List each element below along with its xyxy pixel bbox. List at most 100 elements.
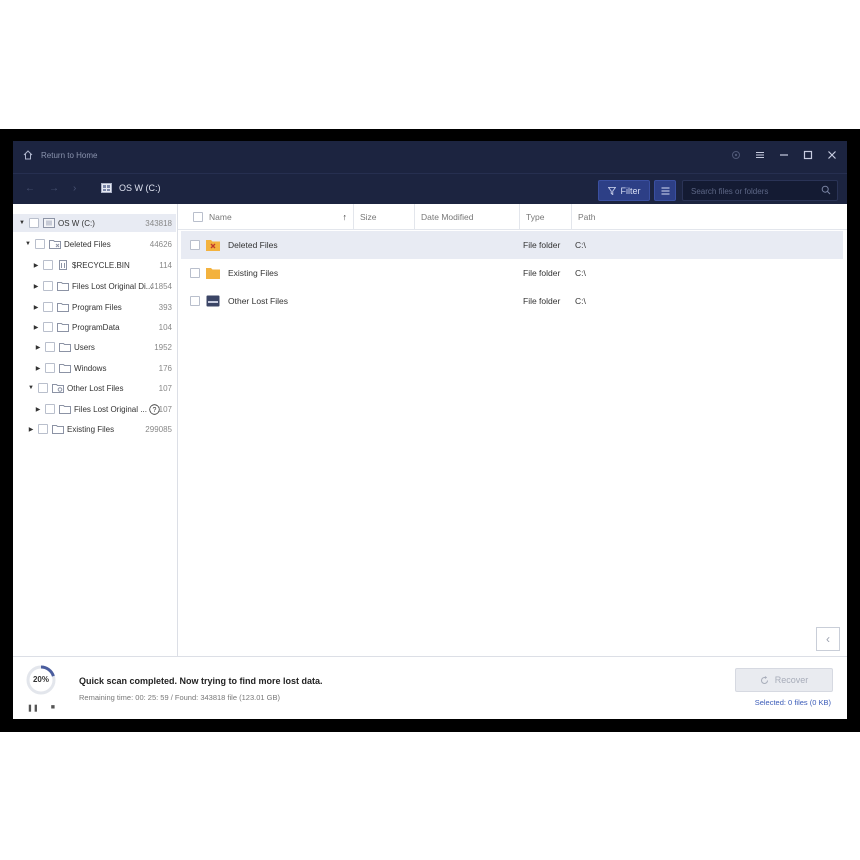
tree-item-files-lost-original[interactable]: ▶ Files Lost Original ... ? 107 — [13, 400, 176, 418]
tree-item-count: 41854 — [149, 281, 172, 291]
tree-item-users[interactable]: ▶ Users 1952 — [13, 338, 176, 356]
expand-toggle-icon[interactable]: ▼ — [24, 241, 32, 247]
tree-checkbox[interactable] — [29, 218, 39, 228]
tree-checkbox[interactable] — [43, 322, 53, 332]
tree-item-count: 343818 — [145, 218, 172, 228]
tree-item-windows[interactable]: ▶ Windows 176 — [13, 359, 176, 377]
tree-checkbox[interactable] — [35, 239, 45, 249]
filter-label: Filter — [620, 185, 641, 196]
tree-item-count: 114 — [159, 260, 172, 270]
tree-item-label: Windows — [74, 363, 107, 373]
tree-item-other-lost-files[interactable]: ▼ Other Lost Files 107 — [13, 379, 176, 397]
collapse-panel-button[interactable]: ‹ — [816, 627, 840, 651]
tree-item-recycle-bin[interactable]: ▶ $RECYCLE.BIN 114 — [13, 256, 176, 274]
expand-toggle-icon[interactable]: ▶ — [32, 262, 40, 269]
tree-checkbox[interactable] — [43, 281, 53, 291]
minimize-icon[interactable] — [779, 150, 789, 160]
forward-arrow-icon[interactable]: → — [49, 183, 59, 194]
table-row[interactable]: Deleted Files File folder C:\ — [181, 231, 843, 259]
expand-toggle-icon[interactable]: ▶ — [32, 304, 40, 311]
column-name[interactable]: Name ↑ — [181, 204, 353, 229]
search-input[interactable] — [689, 183, 813, 199]
tree-item-count: 299085 — [145, 424, 172, 434]
up-chevron-icon[interactable]: › — [73, 183, 76, 194]
column-date-modified[interactable]: Date Modified — [414, 204, 519, 229]
select-all-checkbox[interactable] — [193, 211, 203, 222]
breadcrumb-location[interactable]: OS W (C:) — [119, 183, 161, 193]
row-checkbox[interactable] — [190, 240, 200, 250]
expand-toggle-icon[interactable]: ▼ — [27, 385, 35, 391]
tree-item-count: 393 — [158, 302, 172, 312]
row-type: File folder — [523, 240, 561, 250]
tree-item-programdata[interactable]: ▶ ProgramData 104 — [13, 318, 176, 336]
recycle-bin-icon — [59, 260, 67, 270]
tree-item-deleted-files[interactable]: ▼ Deleted Files 44626 — [13, 235, 176, 253]
return-home-label: Return to Home — [41, 150, 98, 160]
tree-item-label: $RECYCLE.BIN — [72, 260, 130, 270]
settings-icon[interactable] — [731, 150, 741, 160]
sort-arrow-icon[interactable]: ↑ — [343, 212, 348, 222]
scan-status-details: Remaining time: 00: 25: 59 / Found: 3438… — [79, 693, 280, 702]
tree-item-count: 1952 — [154, 342, 172, 352]
recover-button[interactable]: Recover — [735, 668, 833, 692]
tree-checkbox[interactable] — [43, 260, 53, 270]
list-view-icon — [661, 187, 669, 194]
search-box — [682, 180, 838, 201]
tree-item-count: 104 — [158, 322, 172, 332]
row-path: C:\ — [575, 268, 586, 278]
selected-summary: Selected: 0 files (0 KB) — [754, 698, 831, 707]
tree-item-label: Program Files — [72, 302, 122, 312]
tree-checkbox[interactable] — [45, 404, 55, 414]
maximize-icon[interactable] — [803, 150, 813, 160]
tree-checkbox[interactable] — [45, 342, 55, 352]
expand-toggle-icon[interactable]: ▶ — [32, 283, 40, 290]
tree-item-program-files[interactable]: ▶ Program Files 393 — [13, 298, 176, 316]
column-type-label: Type — [526, 211, 545, 222]
drive-icon — [43, 218, 55, 228]
search-icon[interactable] — [821, 185, 831, 195]
tree-item-files-lost-original-directory[interactable]: ▶ Files Lost Original Di... 41854 — [13, 277, 176, 295]
column-path[interactable]: Path — [571, 204, 671, 229]
deleted-folder-icon — [206, 240, 220, 251]
expand-toggle-icon[interactable]: ▶ — [27, 426, 35, 433]
title-bar: Return to Home — [13, 141, 847, 173]
recover-label: Recover — [774, 675, 809, 685]
folder-icon — [59, 343, 71, 352]
column-size[interactable]: Size — [353, 204, 414, 229]
close-icon[interactable] — [827, 150, 837, 160]
stop-icon[interactable]: ■ — [51, 704, 55, 712]
list-view-button[interactable] — [654, 180, 676, 201]
breadcrumb: OS W (C:) — [101, 183, 161, 193]
row-checkbox[interactable] — [190, 268, 200, 278]
expand-toggle-icon[interactable]: ▶ — [32, 324, 40, 331]
tree-item-existing-files[interactable]: ▶ Existing Files 299085 — [13, 420, 176, 438]
column-type[interactable]: Type — [519, 204, 571, 229]
expand-toggle-icon[interactable]: ▶ — [34, 344, 42, 351]
tree-checkbox[interactable] — [45, 363, 55, 373]
lost-files-folder-icon — [52, 384, 64, 393]
column-size-label: Size — [360, 211, 377, 222]
window-controls — [731, 150, 837, 160]
tree-item-os-drive[interactable]: ▼ OS W (C:) 343818 — [13, 214, 176, 232]
tree-item-count: 107 — [158, 383, 172, 393]
return-home-button[interactable]: Return to Home — [23, 150, 97, 160]
table-row[interactable]: Existing Files File folder C:\ — [181, 259, 843, 287]
expand-toggle-icon[interactable]: ▶ — [34, 365, 42, 372]
filter-button[interactable]: Filter — [598, 180, 650, 201]
expand-toggle-icon[interactable]: ▶ — [34, 406, 42, 413]
svg-text:?: ? — [152, 407, 156, 414]
folder-icon — [59, 405, 71, 414]
table-row[interactable]: Other Lost Files File folder C:\ — [181, 287, 843, 315]
column-path-label: Path — [578, 211, 596, 222]
drive-icon — [101, 183, 112, 193]
pause-icon[interactable]: ❚❚ — [27, 704, 39, 712]
back-arrow-icon[interactable]: ← — [25, 183, 35, 194]
chevron-left-icon: ‹ — [826, 632, 830, 646]
row-checkbox[interactable] — [190, 296, 200, 306]
expand-toggle-icon[interactable]: ▼ — [18, 220, 26, 226]
tree-checkbox[interactable] — [38, 383, 48, 393]
tree-checkbox[interactable] — [43, 302, 53, 312]
tree-checkbox[interactable] — [38, 424, 48, 434]
tree-item-label: Deleted Files — [64, 239, 111, 249]
menu-icon[interactable] — [755, 150, 765, 160]
